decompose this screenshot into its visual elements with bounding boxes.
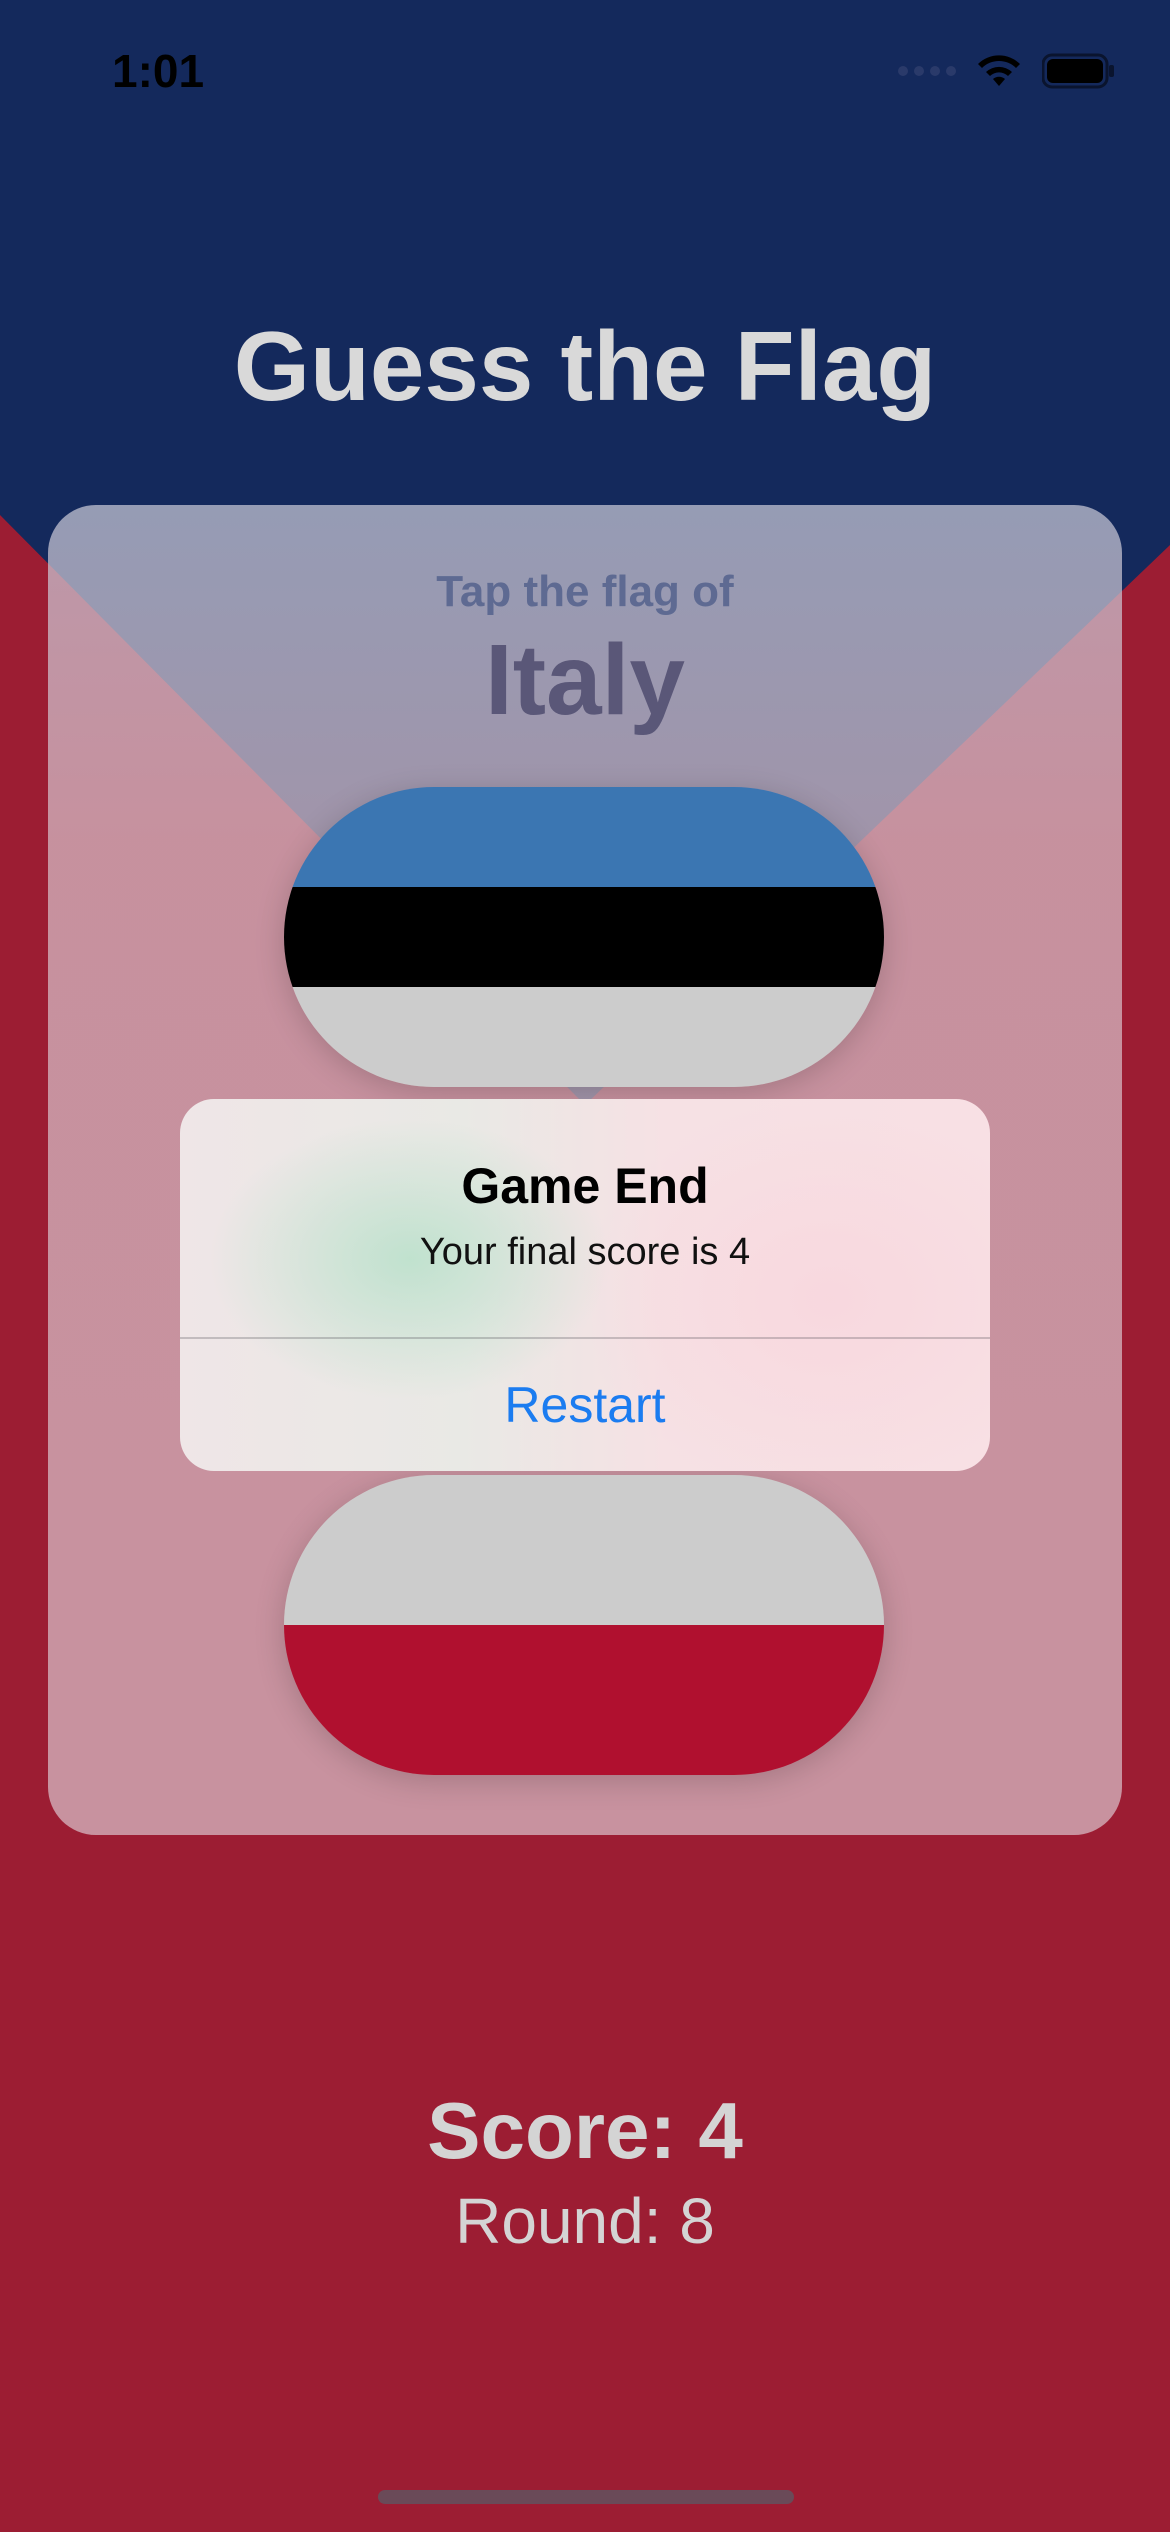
status-indicators: [898, 52, 1116, 90]
alert-message: Your final score is 4: [419, 1231, 751, 1273]
alert-title: Game End: [461, 1158, 709, 1214]
cellular-signal-icon: [898, 66, 956, 76]
flag-stripe-white: [284, 1475, 884, 1625]
home-indicator[interactable]: [378, 2490, 794, 2504]
screen: 1:01 Guess the Flag Tap the flag of Ital…: [0, 0, 1170, 2532]
wifi-icon: [978, 55, 1020, 86]
round-label: Round: 8: [455, 2185, 715, 2257]
flag-button-estonia[interactable]: [284, 787, 884, 1087]
question-country: Italy: [484, 624, 686, 736]
question-prompt: Tap the flag of: [436, 567, 734, 616]
restart-button[interactable]: Restart: [180, 1339, 990, 1471]
score-label: Score: 4: [427, 2086, 743, 2175]
flag-button-poland[interactable]: [284, 1475, 884, 1775]
flag-stripe-blue: [284, 787, 884, 887]
app-title: Guess the Flag: [233, 311, 937, 421]
battery-icon: [1042, 53, 1114, 89]
flag-stripe-black: [284, 887, 884, 987]
flag-stripe-white: [284, 987, 884, 1087]
flag-stripe-red: [284, 1625, 884, 1775]
game-end-alert: Game End Your final score is 4 Restart: [180, 1099, 990, 1471]
status-time: 1:01: [112, 45, 205, 97]
